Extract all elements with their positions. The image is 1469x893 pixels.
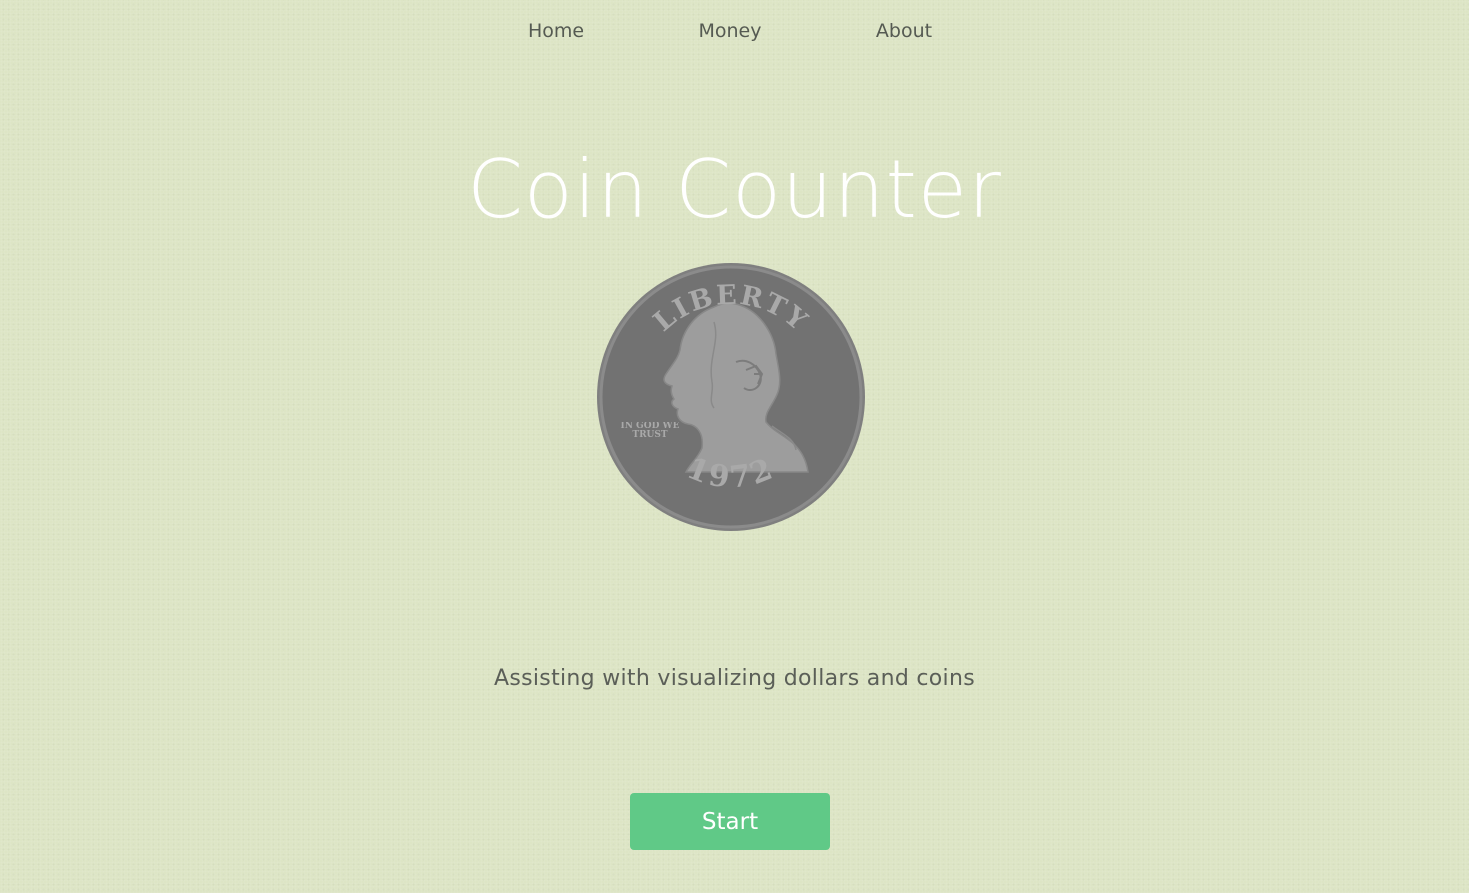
nav-about-link[interactable]: About <box>876 20 932 42</box>
quarter-coin-icon: LIBERTY IN GOD WE TRUST 1972 <box>596 262 866 532</box>
top-nav: Home Money About <box>0 0 1469 66</box>
nav-money-link[interactable]: Money <box>699 20 762 42</box>
page-title: Coin Counter <box>467 143 1002 236</box>
tagline: Assisting with visualizing dollars and c… <box>494 666 975 691</box>
start-button[interactable]: Start <box>630 793 830 850</box>
nav-home-link[interactable]: Home <box>528 20 584 42</box>
coin-motto: IN GOD WE TRUST <box>620 422 680 440</box>
